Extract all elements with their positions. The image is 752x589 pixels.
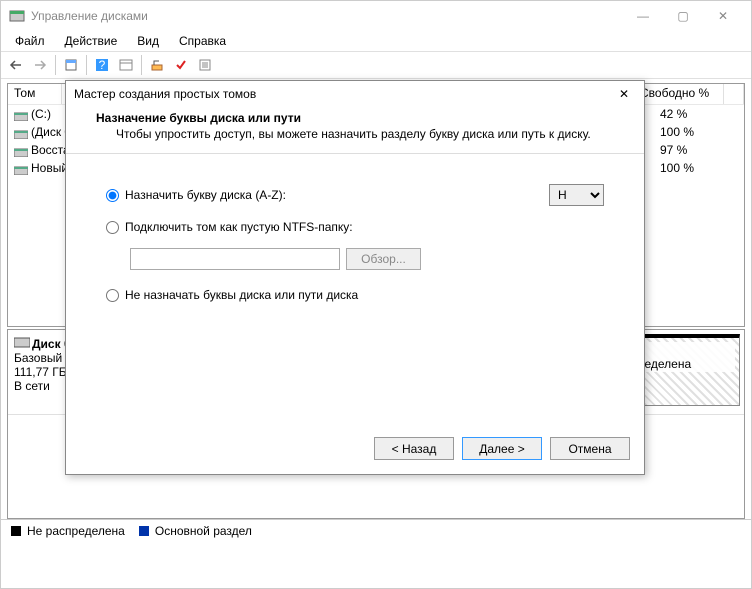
menu-file[interactable]: Файл bbox=[7, 32, 53, 50]
minimize-button[interactable]: — bbox=[623, 2, 663, 30]
menu-view[interactable]: Вид bbox=[129, 32, 167, 50]
browse-button: Обзор... bbox=[346, 248, 421, 270]
dialog-subheading: Чтобы упростить доступ, вы можете назнач… bbox=[96, 127, 624, 141]
view-button[interactable] bbox=[115, 54, 137, 76]
dialog-heading: Назначение буквы диска или пути bbox=[96, 111, 624, 125]
legend: Не распределена Основной раздел bbox=[1, 519, 751, 541]
volume-icon bbox=[14, 110, 28, 120]
radio-assign-letter[interactable] bbox=[106, 189, 119, 202]
volume-icon bbox=[14, 128, 28, 138]
cancel-button[interactable]: Отмена bbox=[550, 437, 630, 460]
action-button[interactable] bbox=[146, 54, 168, 76]
app-icon bbox=[9, 8, 25, 24]
dialog-close-button[interactable]: ✕ bbox=[612, 84, 636, 104]
volume-icon bbox=[14, 164, 28, 174]
radio-no-letter[interactable] bbox=[106, 289, 119, 302]
radio-mount-folder[interactable] bbox=[106, 221, 119, 234]
mount-path-input bbox=[130, 248, 340, 270]
back-button[interactable]: < Назад bbox=[374, 437, 454, 460]
refresh-button[interactable] bbox=[60, 54, 82, 76]
list-button[interactable] bbox=[194, 54, 216, 76]
label-mount-folder[interactable]: Подключить том как пустую NTFS-папку: bbox=[125, 220, 604, 234]
dialog-titlebar: Мастер создания простых томов ✕ bbox=[66, 81, 644, 107]
drive-letter-select[interactable]: H bbox=[549, 184, 604, 206]
maximize-button[interactable]: ▢ bbox=[663, 2, 703, 30]
back-button[interactable] bbox=[5, 54, 27, 76]
legend-swatch-primary bbox=[139, 526, 149, 536]
dialog-title: Мастер создания простых томов bbox=[74, 87, 612, 101]
check-button[interactable] bbox=[170, 54, 192, 76]
titlebar: Управление дисками — ▢ ✕ bbox=[1, 1, 751, 31]
forward-button[interactable] bbox=[29, 54, 51, 76]
menu-help[interactable]: Справка bbox=[171, 32, 234, 50]
next-button[interactable]: Далее > bbox=[462, 437, 542, 460]
col-volume[interactable]: Том bbox=[8, 84, 62, 104]
wizard-dialog: Мастер создания простых томов ✕ Назначен… bbox=[65, 80, 645, 475]
disk-icon bbox=[14, 336, 30, 348]
legend-label-unallocated: Не распределена bbox=[27, 524, 125, 538]
svg-text:?: ? bbox=[99, 58, 106, 72]
menu-action[interactable]: Действие bbox=[57, 32, 126, 50]
legend-swatch-unallocated bbox=[11, 526, 21, 536]
label-no-letter[interactable]: Не назначать буквы диска или пути диска bbox=[125, 288, 604, 302]
label-assign-letter[interactable]: Назначить букву диска (A-Z): bbox=[125, 188, 549, 202]
menubar: Файл Действие Вид Справка bbox=[1, 31, 751, 51]
legend-label-primary: Основной раздел bbox=[155, 524, 252, 538]
close-button[interactable]: ✕ bbox=[703, 2, 743, 30]
toolbar: ? bbox=[1, 51, 751, 79]
window-title: Управление дисками bbox=[31, 9, 623, 23]
help-button[interactable]: ? bbox=[91, 54, 113, 76]
volume-icon bbox=[14, 146, 28, 156]
col-free-pct[interactable]: Свободно % bbox=[634, 84, 724, 104]
